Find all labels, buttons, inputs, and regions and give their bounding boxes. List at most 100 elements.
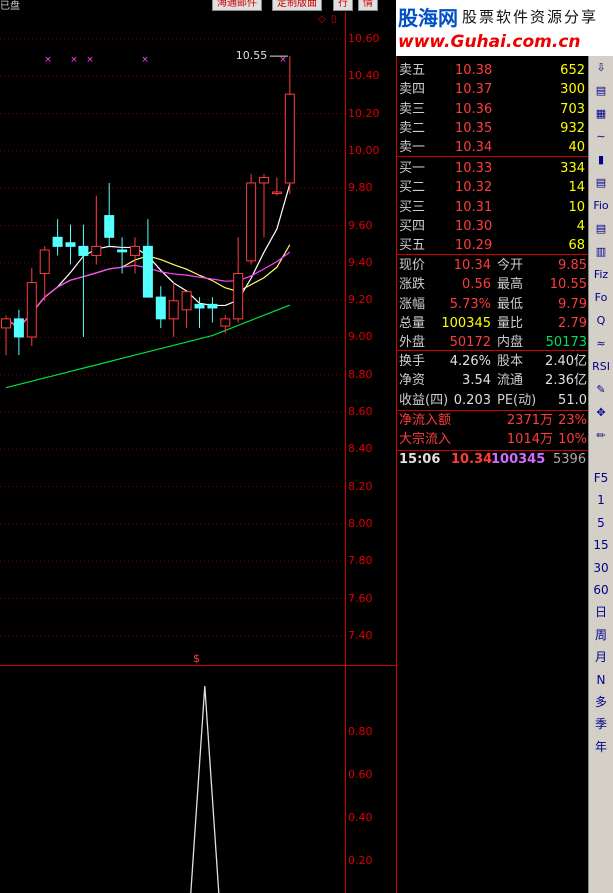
ask-row: 卖五 10.38 652 xyxy=(399,61,587,80)
bid-label: 买二 xyxy=(399,180,426,196)
bid-row: 买三 10.31 10 xyxy=(399,198,587,217)
fund-value: 0.203 xyxy=(453,392,491,408)
ask-volume: 300 xyxy=(560,82,585,98)
quote-label: 量比 xyxy=(497,315,524,331)
price-tick-label: 10.00 xyxy=(348,143,380,157)
fundamental-row: 净资 3.54 流通 2.36亿 xyxy=(399,371,587,390)
quote-value: 50172 xyxy=(449,335,491,351)
toolbar-button[interactable]: 15 xyxy=(591,535,611,555)
candle-body xyxy=(284,93,295,184)
toolbar-button[interactable]: ▤ xyxy=(591,173,611,193)
toolbar-button[interactable]: ⇩ xyxy=(591,58,611,78)
quote-panel: 15:06 10.34 100345 5396 卖五 10.38 652 卖四 10.3… xyxy=(396,0,589,893)
toolbar-button[interactable]: Fio xyxy=(591,196,611,216)
flow-row: 净流入额 2371万 23% xyxy=(399,411,587,430)
candle-body xyxy=(207,303,218,309)
candle-body xyxy=(39,249,50,275)
window-icon[interactable]: ▯ xyxy=(331,14,337,25)
quote-label: 涨跌 xyxy=(399,277,426,293)
quote-label: 内盘 xyxy=(497,335,524,351)
price-tick-label: 10.60 xyxy=(348,32,380,45)
event-marker: × xyxy=(141,55,149,65)
toolbar-button[interactable]: 30 xyxy=(591,558,611,578)
candlestick-chart[interactable]: × × × × × 10.55 ◇ ▯ xyxy=(0,12,345,665)
fund-label: 换手 xyxy=(399,354,426,369)
toolbar-button[interactable]: 季 xyxy=(591,714,611,734)
quote-label: 今开 xyxy=(497,258,524,273)
candle-body xyxy=(155,296,166,320)
price-tick-label: 9.40 xyxy=(348,255,373,269)
custom-layout-button[interactable]: 定制版面 xyxy=(272,0,322,11)
toolbar-button[interactable]: 日 xyxy=(591,602,611,622)
indicator-chart[interactable]: $ xyxy=(0,652,345,893)
toolbar-button[interactable]: 年 xyxy=(591,737,611,757)
ask-label: 卖四 xyxy=(399,82,426,98)
toolbar-button[interactable]: Fo xyxy=(591,288,611,308)
quote-label: 涨幅 xyxy=(399,296,426,312)
toolbar-button[interactable]: ∼ xyxy=(591,127,611,147)
fund-value: 3.54 xyxy=(462,373,491,389)
fund-label: 净资 xyxy=(399,373,426,389)
toolbar-button[interactable]: 周 xyxy=(591,625,611,645)
price-tick-label: 7.60 xyxy=(348,591,373,605)
toolbar-button[interactable]: ✥ xyxy=(591,403,611,423)
flow-label: 净流入额 xyxy=(399,413,452,428)
ask-label: 卖三 xyxy=(399,101,426,117)
quote-label: 最低 xyxy=(497,296,524,312)
toolbar-button[interactable]: ▤ xyxy=(591,219,611,239)
ask-label: 卖一 xyxy=(399,140,426,156)
candle-body xyxy=(78,245,89,256)
quote-value: 10.55 xyxy=(549,277,587,293)
toolbar-button[interactable]: F5 xyxy=(591,468,611,488)
ask-row: 卖三 10.36 703 xyxy=(399,100,587,119)
bid-price: 10.32 xyxy=(455,180,493,196)
indicator-axis: 0.80 0.60 0.40 0.20 xyxy=(346,666,396,893)
candle-body xyxy=(233,273,244,320)
toolbar-button[interactable]: 多 xyxy=(591,692,611,712)
price-tick-label: 8.00 xyxy=(348,516,373,530)
toolbar-button[interactable]: ▮ xyxy=(591,150,611,170)
bid-volume: 14 xyxy=(568,180,585,196)
info-tab-button[interactable]: 情 xyxy=(358,0,378,11)
tick-time: 15:06 xyxy=(399,452,441,467)
logo-url: www.Guhai.com.cn xyxy=(398,32,581,52)
mail-button[interactable]: 海通邮件 xyxy=(212,0,262,11)
bid-volume: 68 xyxy=(568,238,585,254)
toolbar-button[interactable]: Q xyxy=(591,311,611,331)
bid-volume: 4 xyxy=(576,218,585,234)
candle-body xyxy=(259,177,269,184)
quote-label: 外盘 xyxy=(399,335,426,351)
tick-price: 10.34 xyxy=(451,452,493,467)
quote-value: 2.79 xyxy=(558,315,587,331)
toolbar-button[interactable]: ≈ xyxy=(591,334,611,354)
flow-percent: 23% xyxy=(558,413,587,428)
toolbar-button[interactable]: 1 xyxy=(591,490,611,510)
price-tick-label: 8.60 xyxy=(348,405,373,418)
toolbar-button[interactable]: ✎ xyxy=(591,380,611,400)
price-tick-label: 9.80 xyxy=(348,181,373,195)
fundamental-row: 换手 4.26% 股本 2.40亿 xyxy=(399,352,587,371)
tick-volume: 100345 xyxy=(491,452,546,467)
candle-body xyxy=(1,318,11,329)
toolbar-button[interactable]: ▦ xyxy=(591,104,611,124)
toolbar-button[interactable]: 月 xyxy=(591,647,611,667)
diamond-icon[interactable]: ◇ xyxy=(318,14,326,25)
bid-row: 买五 10.29 68 xyxy=(399,236,587,255)
toolbar-button[interactable]: ▥ xyxy=(591,242,611,262)
toolbar-button[interactable]: 5 xyxy=(591,513,611,533)
candle-body xyxy=(104,215,115,238)
toolbar-button[interactable]: ✏ xyxy=(591,426,611,446)
candle-body xyxy=(246,182,257,262)
bid-volume: 334 xyxy=(560,161,585,176)
toolbar-button[interactable]: ▤ xyxy=(591,81,611,101)
quote-tab-button[interactable]: 行 xyxy=(333,0,353,11)
quote-value: 9.85 xyxy=(558,258,587,273)
toolbar-button[interactable]: N xyxy=(591,670,611,690)
toolbar-button[interactable]: 60 xyxy=(591,580,611,600)
toolbar-button[interactable]: Fiz xyxy=(591,265,611,285)
candle-body xyxy=(65,242,76,247)
toolbar-button[interactable]: RSI xyxy=(591,357,611,377)
ask-volume: 40 xyxy=(568,140,585,156)
fund-value: 51.0 xyxy=(558,392,587,408)
flow-value: 1014万 xyxy=(506,432,553,448)
